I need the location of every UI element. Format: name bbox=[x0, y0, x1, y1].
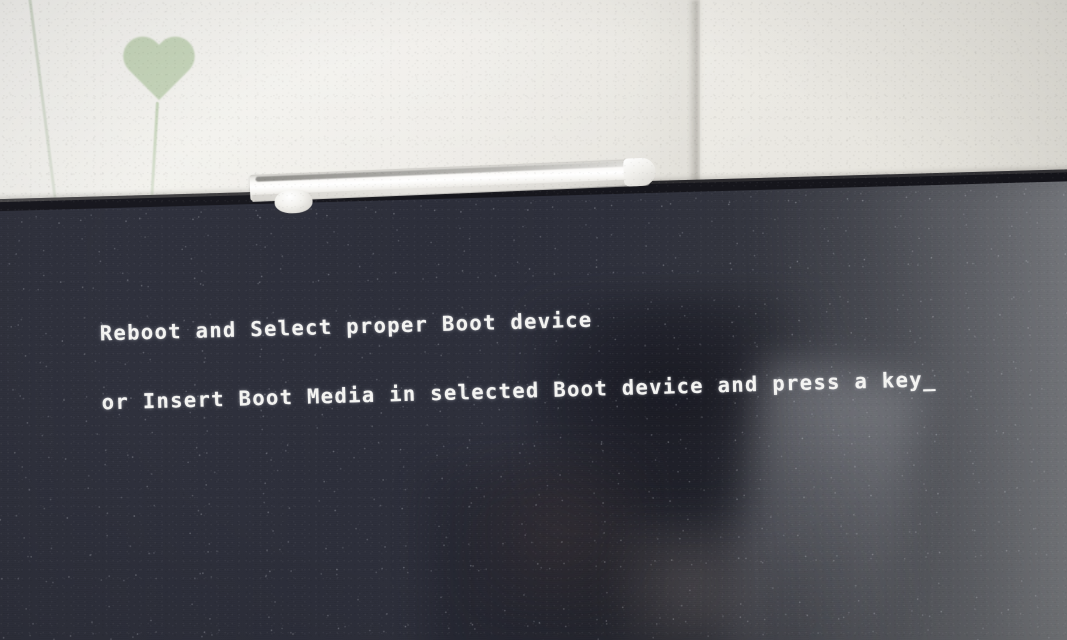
lamp-end-cap bbox=[623, 157, 657, 187]
lcd-panel: Reboot and Select proper Boot device or … bbox=[0, 179, 1067, 640]
photo-scene: Reboot and Select proper Boot device or … bbox=[0, 0, 1067, 640]
monitor: Reboot and Select proper Boot device or … bbox=[0, 167, 1067, 640]
bios-message-line-1: Reboot and Select proper Boot device bbox=[99, 307, 593, 346]
heart-icon bbox=[120, 38, 198, 112]
bios-boot-error-message: Reboot and Select proper Boot device or … bbox=[98, 253, 938, 460]
bios-message-line-2: or Insert Boot Media in selected Boot de… bbox=[101, 366, 937, 414]
